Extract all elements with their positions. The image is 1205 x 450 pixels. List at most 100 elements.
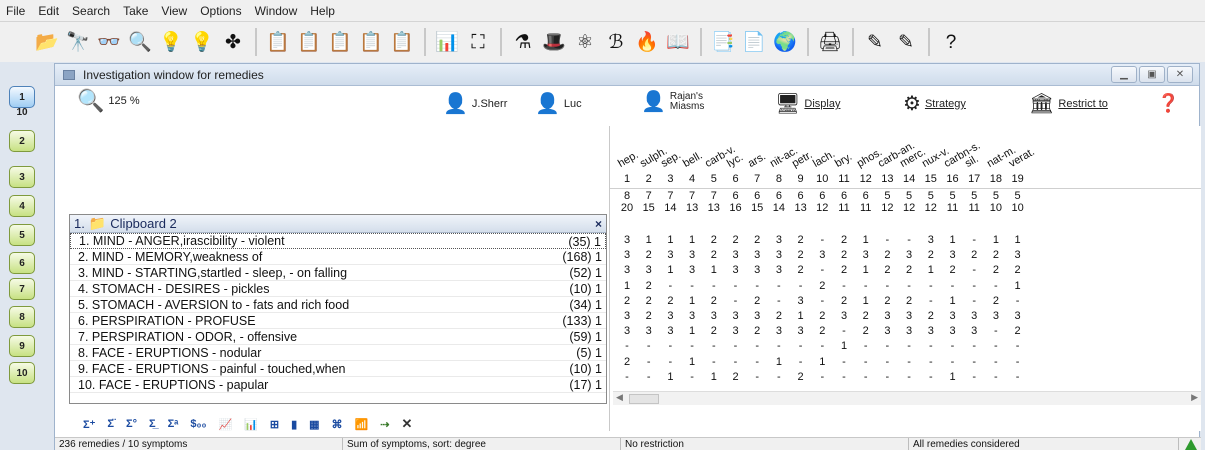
binoculars-icon[interactable]: 🔭	[65, 29, 91, 55]
clipboard-tab-2[interactable]: 2	[9, 130, 35, 152]
remedy-abbr[interactable]: bry.	[833, 151, 854, 170]
menu-edit[interactable]: Edit	[38, 4, 59, 18]
symptom-row[interactable]: 5. STOMACH - AVERSION to - fats and rich…	[70, 297, 606, 313]
maximize-button[interactable]: ▣	[1139, 66, 1165, 83]
symptom-row[interactable]: 9. FACE - ERUPTIONS - painful - touched,…	[70, 361, 606, 377]
toolbar-separator	[852, 28, 854, 56]
clipboard-close-button[interactable]: ×	[595, 217, 602, 231]
clipboard-tab-1[interactable]: 1	[9, 86, 35, 108]
lightbulb-icon[interactable]: 💡	[158, 29, 184, 55]
sort-option-icon[interactable]: ⇢	[380, 418, 389, 431]
ms-icon[interactable]: ℬ	[603, 29, 629, 55]
scroll-right-icon[interactable]: ▶	[1191, 392, 1198, 403]
clipboard-4-icon[interactable]: 📋	[389, 29, 415, 55]
clipboard-tab-6[interactable]: 6	[9, 252, 35, 274]
luc-button[interactable]: 👤 Luc	[535, 94, 582, 114]
sort-option-icon[interactable]: Σ°	[126, 418, 137, 430]
sort-option-icon[interactable]: 📊	[244, 418, 258, 431]
menu-view[interactable]: View	[161, 4, 187, 18]
clipboard-tab-3[interactable]: 3	[9, 166, 35, 188]
symptom-row[interactable]: 3. MIND - STARTING,startled - sleep, - o…	[70, 265, 606, 281]
symptom-row[interactable]: 8. FACE - ERUPTIONS - nodular (5) 1	[70, 345, 606, 361]
sort-option-icon[interactable]: Σ̈	[107, 418, 114, 430]
menu-options[interactable]: Options	[200, 4, 241, 18]
sort-option-icon[interactable]: 📈	[218, 418, 232, 431]
globe-icon[interactable]: 🌍	[772, 29, 798, 55]
scroll-thumb[interactable]	[629, 394, 659, 404]
menu-take[interactable]: Take	[123, 4, 148, 18]
clipboard-tab-10[interactable]: 10	[9, 362, 35, 384]
remedy-abbr[interactable]: hep.	[616, 149, 641, 170]
sort-option-icon[interactable]: ⌘	[332, 418, 343, 431]
symptom-row[interactable]: 4. STOMACH - DESIRES - pickles (10) 1	[70, 281, 606, 297]
remedy-sum: 11	[838, 202, 850, 214]
remedy-count: 7	[667, 190, 674, 202]
lightbulb-plus-icon[interactable]: 💡	[189, 29, 215, 55]
symptom-row[interactable]: 6. PERSPIRATION - PROFUSE (133) 1	[70, 313, 606, 329]
symptom-row[interactable]: 7. PERSPIRATION - ODOR, - offensive (59) …	[70, 329, 606, 345]
symptom-row[interactable]: 1. MIND - ANGER,irascibility - violent (3…	[70, 233, 606, 249]
sherr-button[interactable]: 👤 J.Sherr	[443, 94, 507, 114]
menu-search[interactable]: Search	[72, 4, 110, 18]
display-button[interactable]: 🖥 Display	[775, 94, 840, 114]
main-toolbar: 📂 🔭 👓 🔍 💡 💡 ✤ 📋 📋 📋 📋 📋 📊 ⛶ ⚗ 🎩 ⚛ ℬ 🔥 📖 📑 📄 🌍 🖨 ✎ ✎?	[0, 22, 1205, 62]
sort-option-icon[interactable]: ⊞	[270, 418, 279, 431]
symptom-count: (52) 1	[569, 266, 602, 280]
symptom-row[interactable]: 10. FACE - ERUPTIONS - papular (17) 1	[70, 377, 606, 393]
book-icon[interactable]: 📖	[665, 29, 691, 55]
pencil-icon[interactable]: ✎	[862, 29, 888, 55]
clipboard-tab-9[interactable]: 9	[9, 335, 35, 357]
sort-option-icon[interactable]: Σ̲	[149, 418, 156, 430]
pencil2-icon[interactable]: ✎	[893, 29, 919, 55]
zoom-button[interactable]: 🔍 125 %	[77, 90, 140, 112]
clipboard-tab-4[interactable]: 4	[9, 195, 35, 217]
clipboard-tab-8[interactable]: 8	[9, 306, 35, 328]
repertory-icon[interactable]: ✤	[220, 29, 246, 55]
clipboard-1-icon[interactable]: 📋	[296, 29, 322, 55]
hat-icon[interactable]: 🎩	[541, 29, 567, 55]
sort-option-icon[interactable]: 📶	[355, 418, 369, 431]
clipboard-tab-10[interactable]: 10	[9, 106, 35, 118]
orbit-icon[interactable]: ⚛	[572, 29, 598, 55]
chart-icon[interactable]: 📊	[434, 29, 460, 55]
clipboard-3-icon[interactable]: 📋	[358, 29, 384, 55]
clipboard-icon[interactable]: 📋	[265, 29, 291, 55]
grade-cell: 2	[645, 294, 652, 307]
sort-option-icon[interactable]: Σᵃ	[168, 418, 179, 430]
magnify-icon[interactable]: 🔍	[127, 29, 153, 55]
hierarchy-icon[interactable]: ⛶	[465, 29, 491, 55]
sort-option-icon[interactable]: ▦	[309, 418, 319, 431]
report-icon[interactable]: 📄	[741, 29, 767, 55]
grade-cell: 3	[949, 249, 956, 262]
sort-option-icon[interactable]: $₀₀	[190, 418, 206, 430]
menu-window[interactable]: Window	[255, 4, 298, 18]
minimize-button[interactable]: ▁	[1111, 66, 1137, 83]
help-icon[interactable]: ?	[938, 29, 964, 55]
clipboard-tab-7[interactable]: 7	[9, 278, 35, 300]
close-iconbar-icon[interactable]: ✕	[401, 416, 412, 432]
horizontal-scrollbar[interactable]: ◀ ▶	[613, 391, 1201, 405]
restrict-button[interactable]: 🏛 Restrict to	[1029, 94, 1108, 114]
printer-icon[interactable]: 🖨	[817, 29, 843, 55]
open-icon[interactable]: 📂	[34, 29, 60, 55]
clipboard-2-icon[interactable]: 📋	[327, 29, 353, 55]
scroll-left-icon[interactable]: ◀	[616, 392, 623, 403]
clipboard-tab-5[interactable]: 5	[9, 224, 35, 246]
strategy-button[interactable]: ⚙ Strategy	[903, 94, 966, 114]
help-button[interactable]: ❓	[1157, 94, 1183, 112]
sort-option-icon[interactable]: Σ⁺	[83, 418, 95, 431]
glasses-icon[interactable]: 👓	[96, 29, 122, 55]
flask-icon[interactable]: ⚗	[510, 29, 536, 55]
sort-option-icon[interactable]: ▮	[291, 418, 297, 431]
grade-cell: 1	[1014, 234, 1021, 246]
remedy-abbr[interactable]: ars.	[746, 150, 768, 170]
compare-icon[interactable]: 📑	[710, 29, 736, 55]
rajan-miasms-button[interactable]: 👤 Rajan's Miasms	[641, 92, 710, 113]
symptom-row[interactable]: 2. MIND - MEMORY,weakness of (168) 1	[70, 249, 606, 265]
menu-help[interactable]: Help	[310, 4, 335, 18]
menu-file[interactable]: File	[6, 4, 25, 18]
close-button[interactable]: ✕	[1167, 66, 1193, 83]
remedy-abbr[interactable]: bell.	[681, 150, 704, 170]
flame-icon[interactable]: 🔥	[634, 29, 660, 55]
clipboard-header[interactable]: 1. 📁 Clipboard 2 ×	[70, 215, 606, 233]
